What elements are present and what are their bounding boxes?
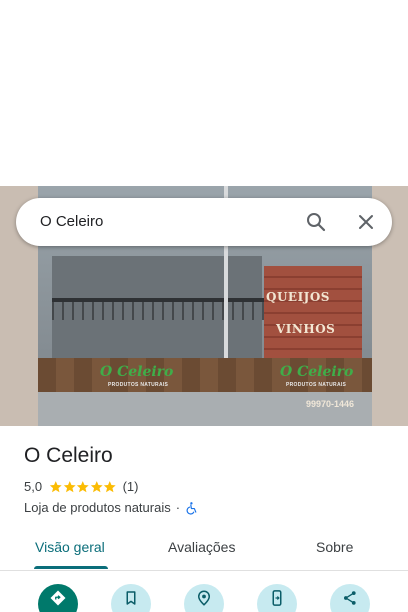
photo-phone-text: 99970-1446 [306, 399, 355, 409]
photo-sign-subtitle-right: PRODUTOS NATURAIS [286, 382, 347, 388]
photo-floor [38, 392, 372, 426]
tab-reviews[interactable]: Avaliações [168, 539, 235, 555]
photo-sign-logo-right: O Celeiro [280, 364, 354, 380]
search-bar[interactable]: O Celeiro [16, 198, 392, 246]
save-button[interactable] [111, 584, 151, 612]
review-count[interactable]: (1) [123, 479, 139, 494]
star-icon [76, 480, 89, 492]
wheelchair-icon [186, 501, 197, 514]
share-button[interactable] [330, 584, 370, 612]
bookmark-icon [126, 591, 136, 605]
photo-sign-subtitle-left: PRODUTOS NATURAIS [108, 382, 169, 388]
category-row: Loja de produtos naturais · [24, 500, 199, 515]
send-to-phone-icon [272, 590, 282, 606]
tab-overview[interactable]: Visão geral [35, 539, 105, 555]
send-to-phone-button[interactable] [257, 584, 297, 612]
nearby-button[interactable] [184, 584, 224, 612]
search-input[interactable]: O Celeiro [40, 213, 103, 230]
tab-active-indicator [34, 566, 108, 569]
nearby-icon [197, 590, 211, 606]
photo-brick-sign [264, 266, 362, 360]
photo-wall-text-queijos: QUEIJOS [266, 290, 330, 304]
star-icon [63, 480, 76, 492]
star-rating [49, 480, 117, 494]
search-icon[interactable] [304, 210, 328, 234]
rating-row[interactable]: 5,0 (1) [24, 479, 138, 494]
place-title: O Celeiro [24, 444, 113, 467]
directions-icon [50, 590, 66, 606]
map-blank-area [0, 0, 408, 186]
star-icon [90, 480, 103, 492]
directions-button[interactable] [38, 584, 78, 612]
tab-about[interactable]: Sobre [316, 539, 353, 555]
photo-wall-text-vinhos: VINHOS [276, 322, 336, 336]
action-bar [0, 584, 408, 612]
separator-dot: · [175, 500, 181, 515]
close-icon[interactable] [354, 210, 378, 234]
tab-bar: Visão geral Avaliações Sobre [0, 528, 408, 571]
star-icon [103, 480, 116, 492]
share-icon [344, 591, 356, 605]
place-category: Loja de produtos naturais [24, 500, 171, 515]
star-icon [49, 480, 62, 492]
rating-value: 5,0 [24, 479, 43, 494]
photo-sign-logo-left: O Celeiro [100, 364, 174, 380]
